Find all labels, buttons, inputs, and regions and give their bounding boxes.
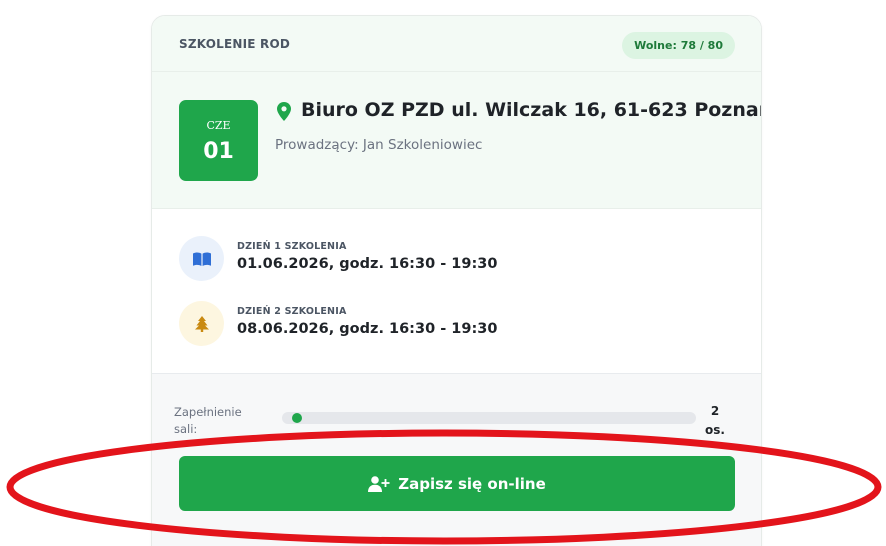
occupancy-count-unit: os. [705,423,725,437]
occupancy-label-line2: sali: [174,422,198,436]
map-pin-icon [277,102,291,121]
occupancy-count-value: 2 [710,404,720,418]
occupancy-progress-bar [282,412,696,424]
day-2-datetime: 08.06.2026, godz. 16:30 - 19:30 [237,321,498,337]
day-1-datetime: 01.06.2026, godz. 16:30 - 19:30 [237,256,498,272]
book-icon [179,236,224,281]
day-1-label: DZIEŃ 1 SZKOLENIA [237,241,347,252]
training-day-1: DZIEŃ 1 SZKOLENIA 01.06.2026, godz. 16:3… [179,236,739,288]
day-2-label: DZIEŃ 2 SZKOLENIA [237,306,347,317]
training-day-2: DZIEŃ 2 SZKOLENIA 08.06.2026, godz. 16:3… [179,301,739,353]
occupancy-section: Zapełnienie sali: 2 os. Zapisz się on-li… [152,373,761,546]
training-days: DZIEŃ 1 SZKOLENIA 01.06.2026, godz. 16:3… [152,209,761,373]
location-address: Biuro OZ PZD ul. Wilczak 16, 61-623 Pozn… [301,99,762,121]
card-header: SZKOLENIE ROD Wolne: 78 / 80 [152,16,761,72]
location-section: CZE 01 Biuro OZ PZD ul. Wilczak 16, 61-6… [152,72,761,209]
date-box: CZE 01 [179,100,258,181]
page: SZKOLENIE ROD Wolne: 78 / 80 CZE 01 Biur… [0,0,886,546]
training-type-label: SZKOLENIE ROD [179,37,291,51]
training-card: SZKOLENIE ROD Wolne: 78 / 80 CZE 01 Biur… [151,15,762,546]
date-day: 01 [203,139,234,164]
signup-button-label: Zapisz się on-line [398,474,546,493]
occupancy-label-line1: Zapełnienie [174,405,242,419]
occupancy-progress-fill [292,413,302,423]
date-month: CZE [206,119,231,132]
trainer-name: Prowadzący: Jan Szkoleniowiec [275,137,483,153]
tree-icon [179,301,224,346]
occupancy-count: 2 os. [704,402,726,440]
signup-online-button[interactable]: Zapisz się on-line [179,456,735,511]
free-seats-badge: Wolne: 78 / 80 [622,32,735,59]
user-plus-icon [368,475,390,492]
occupancy-label: Zapełnienie sali: [174,404,264,438]
